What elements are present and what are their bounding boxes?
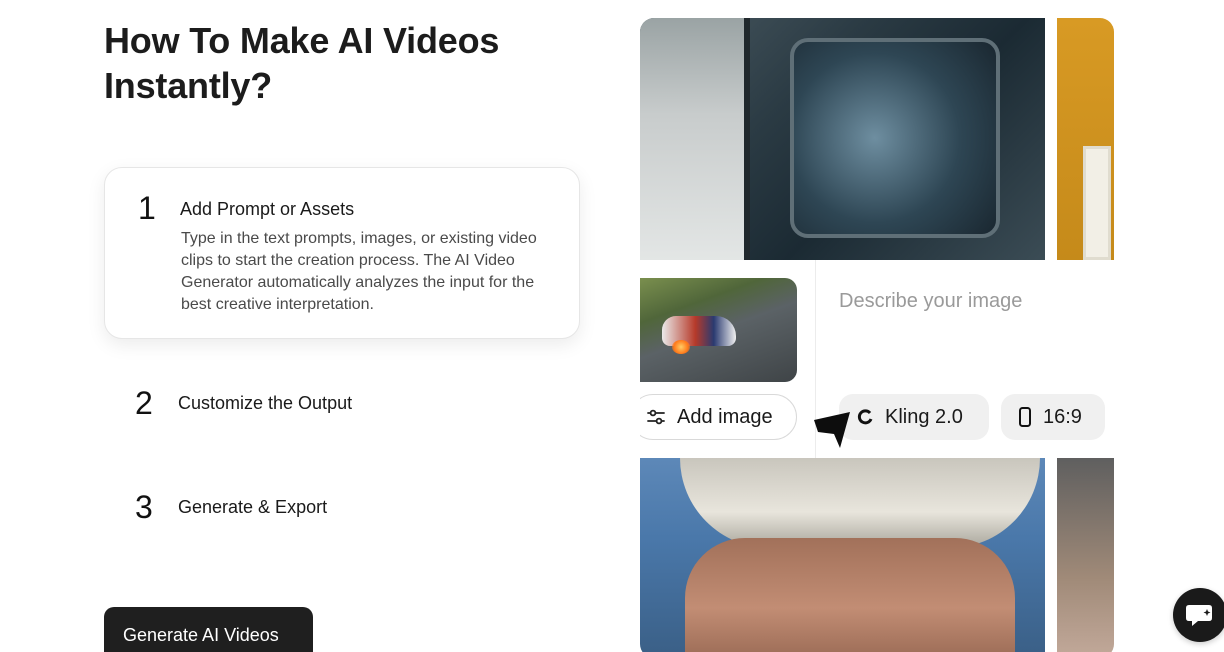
step-number: 3 [135, 489, 153, 525]
step-item[interactable]: 3 Generate & Export [104, 484, 580, 534]
showcase-image-building [1057, 18, 1114, 260]
step-title: Customize the Output [178, 393, 353, 413]
porthole-shape [790, 38, 1000, 238]
step-number: 1 [138, 190, 156, 226]
model-selector[interactable]: Kling 2.0 [839, 394, 989, 440]
chat-bubble-icon [1186, 605, 1212, 626]
model-label: Kling 2.0 [885, 405, 963, 428]
race-car-shape [662, 316, 736, 346]
generate-ai-videos-button[interactable]: Generate AI Videos [104, 607, 313, 652]
phone-frame-icon [1019, 407, 1031, 427]
step-item[interactable]: 2 Customize the Output [104, 380, 580, 430]
add-image-label: Add image [677, 405, 773, 428]
showcase-image-cyclist [640, 458, 1045, 652]
step-title: Generate & Export [178, 497, 328, 517]
exhaust-flame-shape [672, 340, 690, 354]
prompt-input[interactable] [839, 286, 1099, 316]
aspect-ratio-selector[interactable]: 16:9 [1001, 394, 1105, 440]
chat-support-button[interactable] [1173, 588, 1224, 642]
step-number: 2 [135, 385, 153, 421]
cursor-arrow-icon [814, 412, 850, 448]
showcase-image-interior [1057, 458, 1114, 652]
step-title: Add Prompt or Assets [180, 199, 355, 219]
uploaded-image-thumbnail[interactable] [640, 278, 797, 382]
add-image-button[interactable]: Add image [640, 394, 797, 440]
ratio-label: 16:9 [1043, 405, 1082, 428]
face-shape [685, 538, 1015, 652]
kling-logo-icon [857, 409, 873, 425]
generator-showcase: Add image Kling 2.0 16:9 [640, 18, 1114, 652]
window-shape [1083, 146, 1111, 260]
step-card-active[interactable]: 1 Add Prompt or Assets Type in the text … [104, 167, 580, 339]
showcase-image-sci-fi [640, 18, 1045, 260]
step-description: Type in the text prompts, images, or exi… [181, 230, 537, 313]
generator-panel: Add image Kling 2.0 16:9 [640, 260, 1114, 458]
sliders-icon [647, 409, 665, 425]
page-title: How To Make AI Videos Instantly? [104, 20, 500, 106]
helmet-shape [680, 458, 1040, 548]
portrait-shape [640, 18, 750, 260]
